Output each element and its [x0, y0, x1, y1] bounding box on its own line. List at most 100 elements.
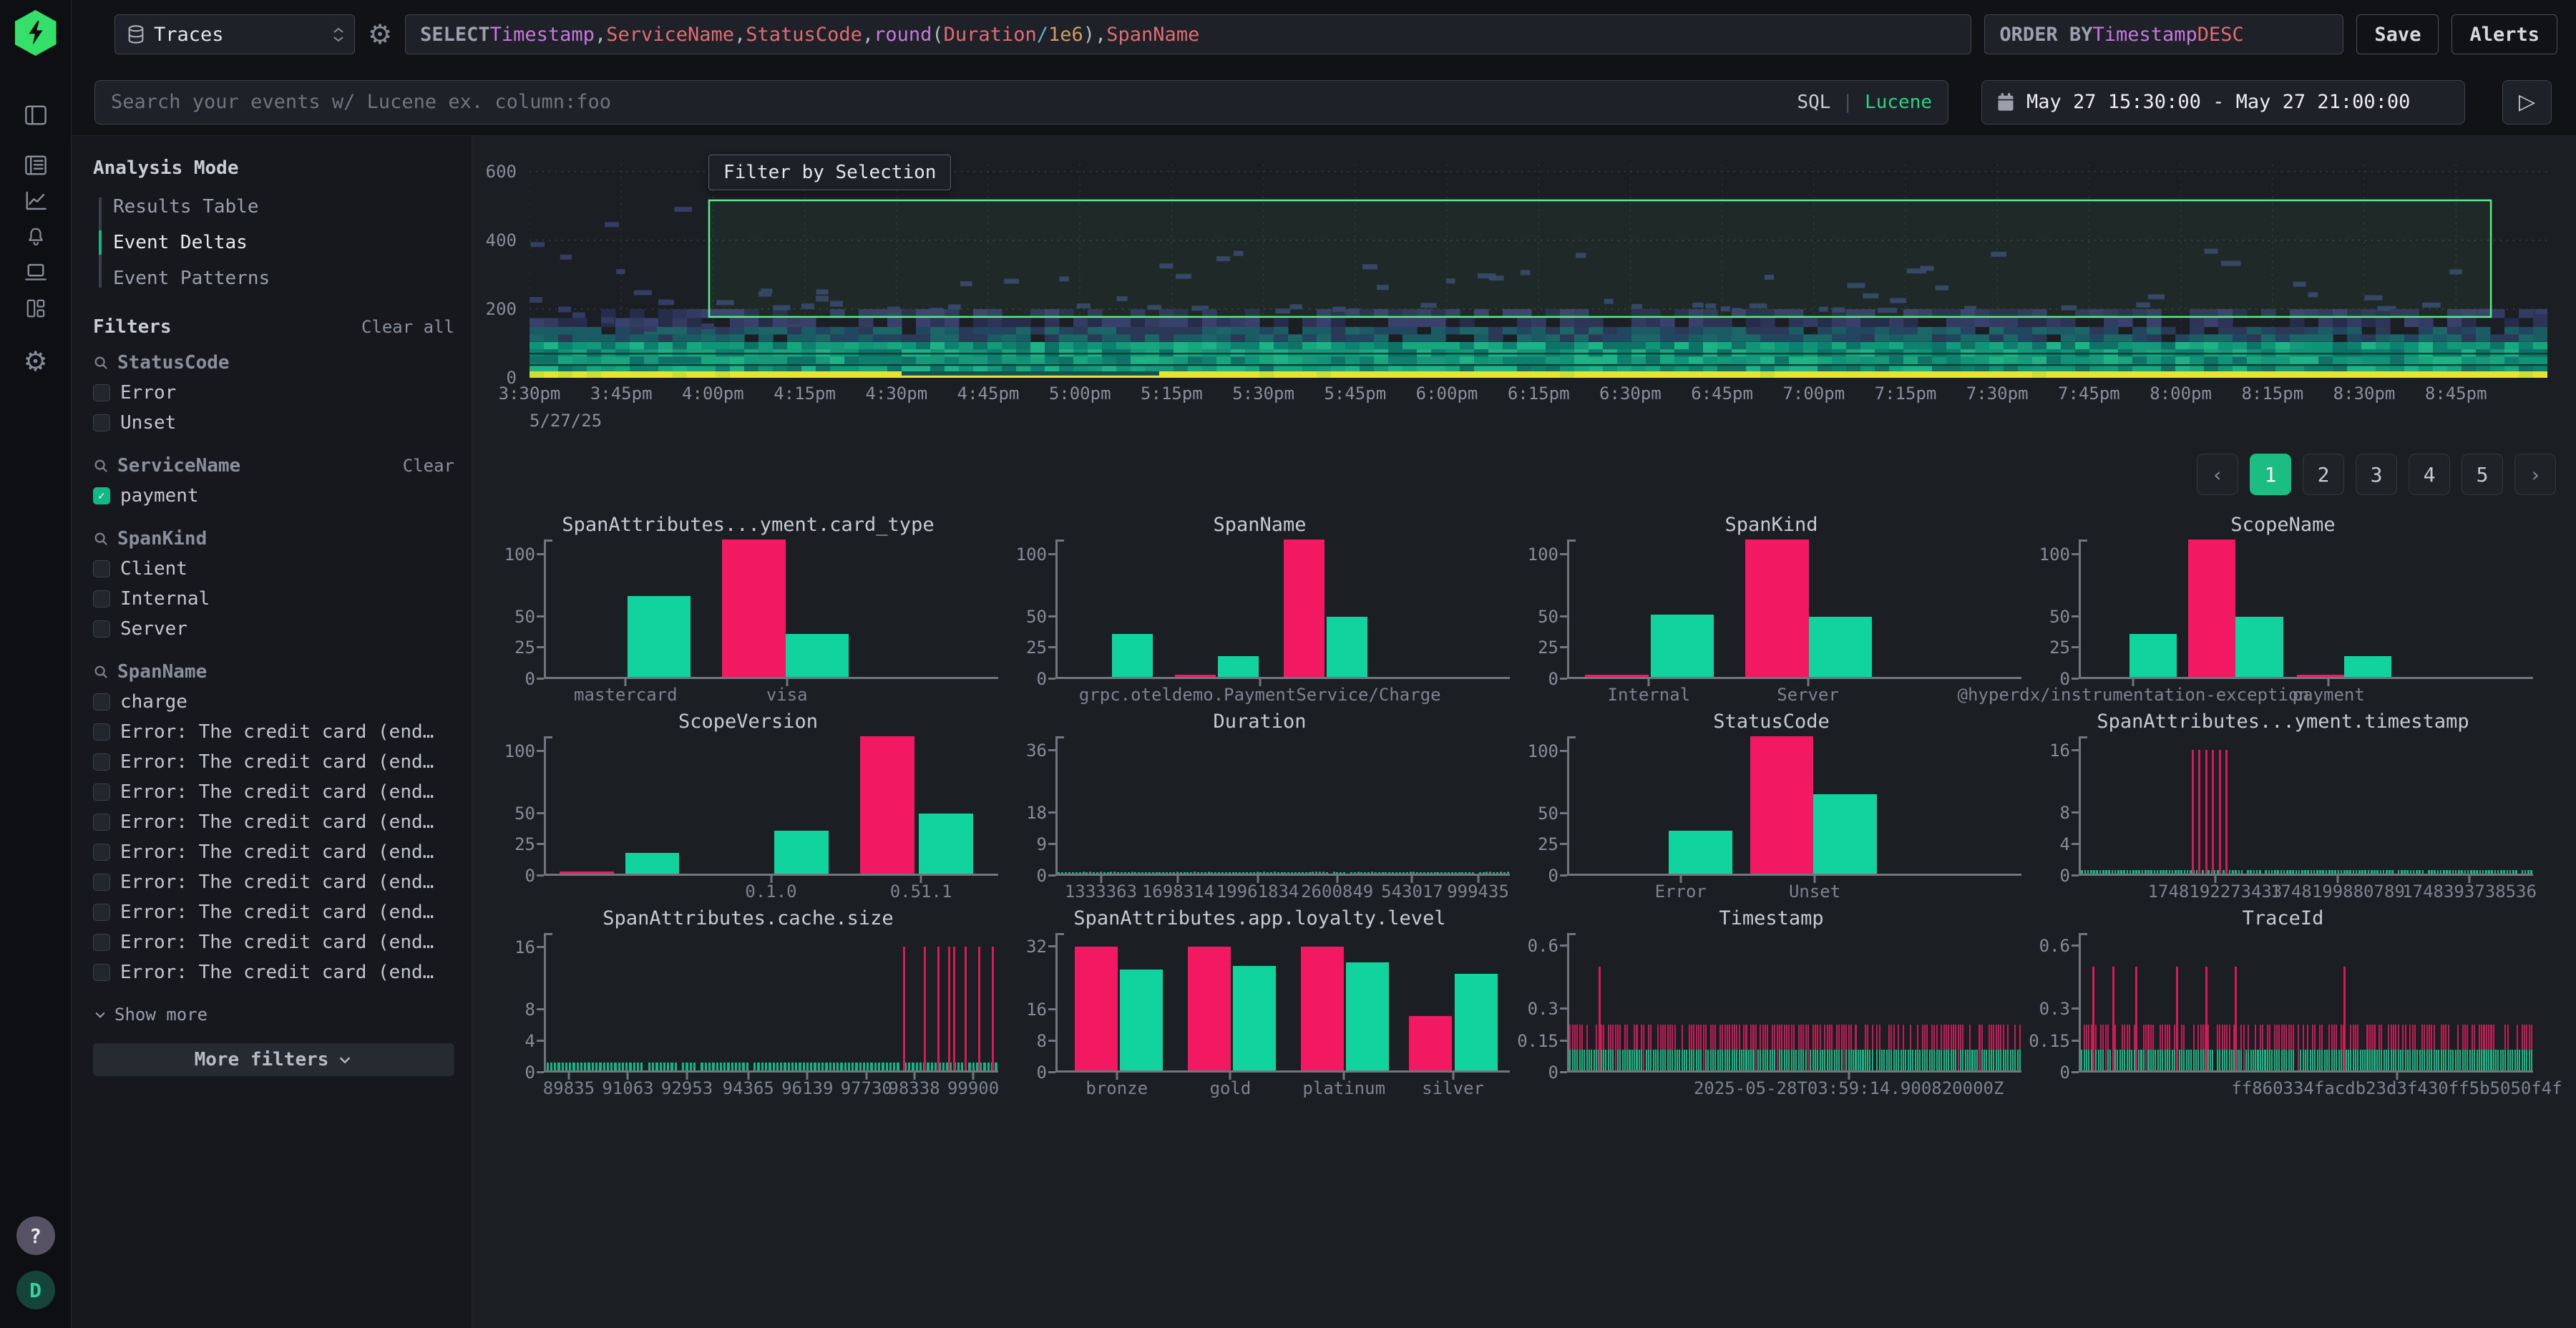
scope_version-bar[interactable] — [919, 814, 973, 874]
filter-clear-button[interactable]: Clear — [403, 456, 454, 476]
card_type-bar[interactable] — [628, 596, 691, 677]
filter-by-selection-button[interactable]: Filter by Selection — [708, 155, 951, 190]
alerts-button[interactable]: Alerts — [2451, 14, 2557, 54]
loyalty_level-bar[interactable] — [1233, 966, 1276, 1070]
chart-icon[interactable] — [24, 190, 48, 212]
loyalty_level-bar[interactable] — [1409, 1016, 1452, 1070]
checkbox[interactable] — [93, 874, 110, 891]
status_code-bar[interactable] — [1669, 831, 1732, 874]
scope_version-bar[interactable] — [560, 872, 614, 874]
sql-mode-toggle[interactable]: SQL — [1797, 92, 1830, 113]
dashboards-layout-icon[interactable] — [24, 298, 47, 319]
checkbox[interactable] — [93, 723, 110, 741]
sessions-laptop-icon[interactable] — [24, 262, 48, 283]
card_type-bar[interactable] — [786, 634, 849, 677]
pagination-page-button[interactable]: 4 — [2409, 454, 2450, 495]
span_kind-bar[interactable] — [1651, 615, 1714, 677]
filter-option[interactable]: Error: The credit card (end… — [93, 841, 454, 863]
scope_version-bar[interactable] — [625, 853, 680, 874]
clear-all-filters-button[interactable]: Clear all — [361, 317, 454, 337]
filter-option[interactable]: ✓payment — [93, 485, 454, 507]
pagination-prev-button[interactable]: ‹ — [2197, 454, 2238, 495]
span_kind-bar[interactable] — [1745, 540, 1808, 677]
filter-option[interactable]: Error: The credit card (end… — [93, 811, 454, 833]
loyalty_level-bar[interactable] — [1120, 970, 1163, 1070]
checkbox[interactable] — [93, 934, 110, 951]
card_type-bar[interactable] — [722, 540, 785, 677]
user-avatar[interactable]: D — [16, 1271, 55, 1309]
status_code-bar[interactable] — [1813, 794, 1876, 874]
lucene-mode-toggle[interactable]: Lucene — [1865, 92, 1932, 113]
timeline-heatmap-plot[interactable] — [530, 165, 2547, 378]
checkbox[interactable]: ✓ — [93, 487, 110, 504]
search-logs-icon[interactable] — [24, 155, 48, 176]
loyalty_level-bar[interactable] — [1455, 974, 1498, 1070]
span_name-bar[interactable] — [1327, 617, 1367, 677]
sidebar-toggle-icon[interactable] — [24, 104, 48, 126]
scope_name-bar[interactable] — [2129, 634, 2177, 677]
pagination-page-button[interactable]: 1 — [2250, 454, 2291, 495]
checkbox[interactable] — [93, 904, 110, 921]
scope_version-bar[interactable] — [774, 831, 829, 874]
checkbox[interactable] — [93, 620, 110, 638]
time-range-picker[interactable]: May 27 15:30:00 - May 27 21:00:00 — [1981, 80, 2465, 125]
checkbox[interactable] — [93, 590, 110, 607]
checkbox[interactable] — [93, 814, 110, 831]
pagination-page-button[interactable]: 2 — [2303, 454, 2344, 495]
span_kind-bar[interactable] — [1585, 675, 1648, 677]
source-select[interactable]: Traces — [114, 14, 355, 54]
span_kind-bar[interactable] — [1809, 617, 1872, 677]
filter-option[interactable]: Error: The credit card (end… — [93, 872, 454, 893]
source-settings-gear-icon[interactable]: ⚙ — [368, 21, 392, 48]
help-button[interactable]: ? — [16, 1216, 55, 1255]
filter-option[interactable]: Server — [93, 618, 454, 640]
alerts-bell-icon[interactable] — [24, 226, 47, 248]
filter-option[interactable]: Error: The credit card (end… — [93, 932, 454, 953]
scope_version-bar[interactable] — [860, 736, 914, 874]
span_name-bar[interactable] — [1112, 634, 1153, 677]
filter-option[interactable]: Internal — [93, 588, 454, 610]
more-filters-button[interactable]: More filters — [93, 1043, 454, 1076]
checkbox[interactable] — [93, 693, 110, 711]
filter-option[interactable]: Client — [93, 558, 454, 580]
span_name-bar[interactable] — [1218, 656, 1259, 677]
checkbox[interactable] — [93, 384, 110, 401]
search-input[interactable]: Search your events w/ Lucene ex. column:… — [94, 80, 1948, 125]
filter-option[interactable]: Unset — [93, 412, 454, 434]
selection-rectangle[interactable] — [709, 200, 2491, 317]
scope_name-bar[interactable] — [2235, 617, 2283, 677]
checkbox[interactable] — [93, 753, 110, 771]
filter-option[interactable]: charge — [93, 691, 454, 713]
checkbox[interactable] — [93, 414, 110, 431]
loyalty_level-bar[interactable] — [1075, 947, 1118, 1070]
analysis-mode-option[interactable]: Results Table — [113, 196, 454, 218]
select-clause-input[interactable]: SELECT Timestamp,ServiceName,StatusCode,… — [405, 14, 1971, 54]
status_code-bar[interactable] — [1750, 736, 1813, 874]
checkbox[interactable] — [93, 560, 110, 577]
filter-option[interactable]: Error — [93, 382, 454, 404]
save-button[interactable]: Save — [2356, 14, 2439, 54]
scope_name-bar[interactable] — [2344, 656, 2391, 677]
pagination-page-button[interactable]: 5 — [2462, 454, 2503, 495]
checkbox[interactable] — [93, 844, 110, 861]
loyalty_level-bar[interactable] — [1346, 962, 1389, 1070]
analysis-mode-option[interactable]: Event Deltas — [113, 232, 454, 253]
analysis-mode-option[interactable]: Event Patterns — [113, 268, 454, 289]
scope_name-bar[interactable] — [2297, 675, 2344, 677]
filter-option[interactable]: Error: The credit card (end… — [93, 751, 454, 773]
show-more-button[interactable]: Show more — [93, 1005, 454, 1025]
pagination-next-button[interactable]: › — [2514, 454, 2556, 495]
scope_name-bar[interactable] — [2188, 540, 2235, 677]
logo-lightning-icon[interactable] — [15, 10, 57, 56]
settings-gear-icon[interactable]: ⚙ — [23, 348, 47, 375]
order-by-input[interactable]: ORDER BY Timestamp DESC — [1984, 14, 2343, 54]
loyalty_level-bar[interactable] — [1188, 947, 1231, 1070]
checkbox[interactable] — [93, 964, 110, 981]
filter-option[interactable]: Error: The credit card (end… — [93, 721, 454, 743]
loyalty_level-bar[interactable] — [1301, 947, 1344, 1070]
span_name-bar[interactable] — [1284, 540, 1324, 677]
pagination-page-button[interactable]: 3 — [2356, 454, 2397, 495]
filter-option[interactable]: Error: The credit card (end… — [93, 781, 454, 803]
span_name-bar[interactable] — [1175, 675, 1216, 677]
filter-option[interactable]: Error: The credit card (end… — [93, 962, 454, 983]
